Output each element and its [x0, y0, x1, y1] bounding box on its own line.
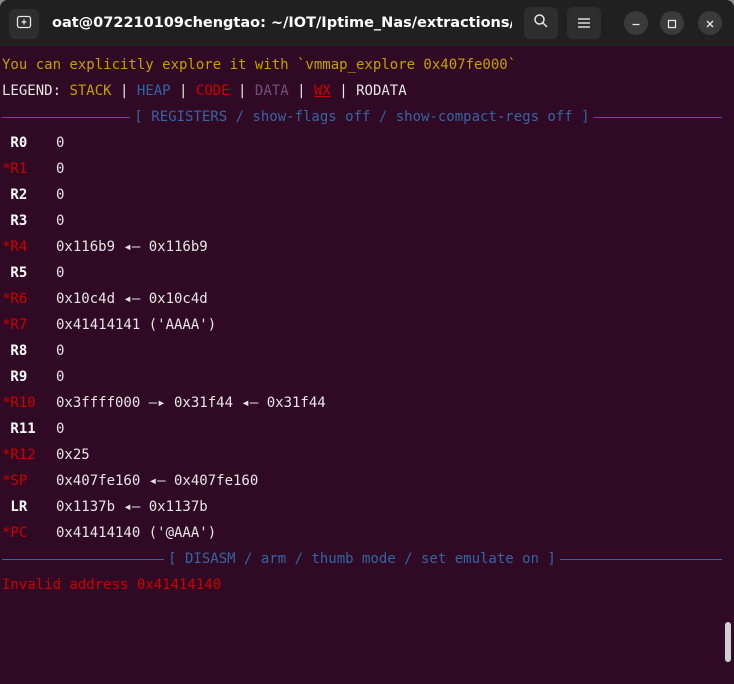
register-name: *R1	[2, 161, 28, 177]
register-row: *R10 0x3ffff000 —▸ 0x31f44 ◂— 0x31f44	[0, 390, 720, 416]
search-icon	[533, 13, 549, 33]
register-row: R0 0	[0, 130, 720, 156]
hamburger-menu-icon	[577, 14, 591, 33]
banner-rule-right	[559, 558, 723, 560]
register-value: 0	[56, 421, 65, 437]
terminal-window: oat@072210109chengtao: ~/IOT/Iptime_Nas/…	[0, 0, 734, 684]
legend-separator: |	[111, 83, 137, 99]
disasm-banner: [ DISASM / arm / thumb mode / set emulat…	[2, 546, 723, 572]
register-name: *PC	[2, 525, 28, 541]
register-row: LR 0x1137b ◂— 0x1137b	[0, 494, 720, 520]
legend-separator: |	[229, 83, 255, 99]
register-name: R9	[2, 369, 28, 385]
registers-banner: [ REGISTERS / show-flags off / show-comp…	[2, 104, 722, 130]
register-row: R8 0	[0, 338, 720, 364]
register-name: *R6	[2, 291, 28, 307]
legend-separator: |	[330, 83, 357, 99]
register-value: 0	[56, 343, 65, 359]
register-name: *SP	[2, 473, 28, 489]
register-name: R2	[2, 187, 28, 203]
register-row: *R12 0x25	[0, 442, 720, 468]
register-value: 0x407fe160 ◂— 0x407fe160	[56, 473, 259, 489]
register-row: *R4 0x116b9 ◂— 0x116b9	[0, 234, 720, 260]
register-row: R11 0	[0, 416, 720, 442]
register-value: 0x41414141 ('AAAA')	[56, 317, 217, 333]
register-name: *R7	[2, 317, 28, 333]
register-value: 0	[56, 187, 65, 203]
register-name: R5	[2, 265, 28, 281]
legend-heap: HEAP	[136, 83, 171, 99]
register-name: R8	[2, 343, 28, 359]
register-name: LR	[2, 499, 28, 515]
explore-hint-line: You can explicitly explore it with `vmma…	[2, 57, 517, 73]
register-value: 0x1137b ◂— 0x1137b	[56, 499, 208, 515]
register-row: R5 0	[0, 260, 720, 286]
register-value: 0	[56, 265, 65, 281]
registers-banner-text: [ REGISTERS / show-flags off / show-comp…	[134, 109, 590, 125]
title-bar: oat@072210109chengtao: ~/IOT/Iptime_Nas/…	[0, 0, 734, 46]
scrollbar-thumb[interactable]	[725, 622, 731, 662]
terminal-output[interactable]: You can explicitly explore it with `vmma…	[0, 48, 734, 684]
banner-rule-left	[2, 558, 165, 560]
legend-line: LEGEND: STACK | HEAP | CODE | DATA | WX …	[2, 78, 407, 104]
banner-rule-left	[2, 116, 131, 118]
register-name: *R10	[2, 395, 36, 411]
register-name: *R4	[2, 239, 28, 255]
legend-separator: |	[170, 83, 196, 99]
close-icon	[705, 14, 715, 33]
legend-rodata: RODATA	[356, 83, 407, 99]
new-tab-icon	[16, 14, 32, 34]
register-value: 0	[56, 213, 65, 229]
minimize-icon	[631, 14, 641, 33]
legend-separator: |	[288, 83, 314, 99]
close-button[interactable]	[698, 11, 722, 35]
register-row: R9 0	[0, 364, 720, 390]
disasm-banner-text: [ DISASM / arm / thumb mode / set emulat…	[168, 551, 556, 567]
search-button[interactable]	[524, 7, 558, 39]
legend-data: DATA	[254, 83, 289, 99]
register-value: 0x116b9 ◂— 0x116b9	[56, 239, 208, 255]
register-name: R3	[2, 213, 28, 229]
maximize-button[interactable]	[660, 11, 684, 35]
register-value: 0x41414140 ('@AAA')	[56, 525, 217, 541]
legend-code: CODE	[195, 83, 230, 99]
register-row: *R1 0	[0, 156, 720, 182]
error-message: Invalid address 0x41414140	[2, 577, 222, 593]
register-value: 0x3ffff000 —▸ 0x31f44 ◂— 0x31f44	[56, 395, 326, 411]
register-value: 0	[56, 369, 65, 385]
new-tab-button[interactable]	[9, 9, 39, 39]
register-row: *R6 0x10c4d ◂— 0x10c4d	[0, 286, 720, 312]
register-name: R0	[2, 135, 28, 151]
window-title: oat@072210109chengtao: ~/IOT/Iptime_Nas/…	[52, 15, 512, 31]
register-value: 0x25	[56, 447, 90, 463]
register-row: *R7 0x41414141 ('AAAA')	[0, 312, 720, 338]
register-name: *R12	[2, 447, 36, 463]
register-value: 0	[56, 161, 65, 177]
register-value: 0x10c4d ◂— 0x10c4d	[56, 291, 208, 307]
register-name: R11	[2, 421, 36, 437]
register-value: 0	[56, 135, 65, 151]
minimize-button[interactable]	[624, 11, 648, 35]
menu-button[interactable]	[567, 7, 601, 39]
register-row: *SP 0x407fe160 ◂— 0x407fe160	[0, 468, 720, 494]
legend-prefix: LEGEND:	[2, 83, 70, 99]
legend-wx: WX	[313, 83, 331, 99]
register-row: R2 0	[0, 182, 720, 208]
legend-stack: STACK	[69, 83, 112, 99]
register-row: *PC 0x41414140 ('@AAA')	[0, 520, 720, 546]
maximize-icon	[667, 14, 677, 33]
banner-rule-right	[593, 116, 722, 118]
register-row: R3 0	[0, 208, 720, 234]
